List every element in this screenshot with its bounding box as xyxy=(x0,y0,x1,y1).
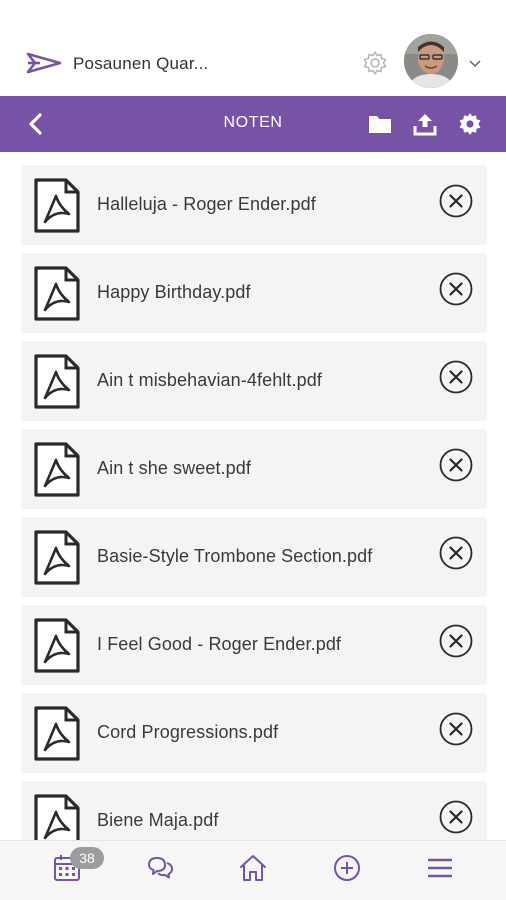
close-circle-icon[interactable] xyxy=(439,272,473,306)
team-name[interactable]: Posaunen Quar... xyxy=(73,54,209,74)
notification-badge: 38 xyxy=(70,847,104,869)
bottom-nav: 38 xyxy=(0,840,506,900)
file-name: Halleluja - Roger Ender.pdf xyxy=(97,194,316,214)
file-name: Ain t misbehavian-4fehlt.pdf xyxy=(97,370,322,390)
close-circle-icon[interactable] xyxy=(439,184,473,218)
close-circle-icon[interactable] xyxy=(439,712,473,746)
brand-arrow-icon[interactable] xyxy=(26,52,62,74)
app-header: Posaunen Quar... xyxy=(0,28,506,96)
add-circle-icon[interactable] xyxy=(332,853,362,883)
upload-icon[interactable] xyxy=(412,111,438,137)
home-icon[interactable] xyxy=(238,853,268,883)
file-name: Basie-Style Trombone Section.pdf xyxy=(97,546,373,566)
file-name: Biene Maja.pdf xyxy=(97,810,219,830)
pdf-file-icon xyxy=(34,530,80,585)
file-row[interactable]: Happy Birthday.pdf xyxy=(21,253,487,333)
file-row[interactable]: Basie-Style Trombone Section.pdf xyxy=(21,517,487,597)
folder-icon[interactable] xyxy=(367,111,393,137)
file-row[interactable]: Ain t she sweet.pdf xyxy=(21,429,487,509)
pdf-file-icon xyxy=(34,618,80,673)
pdf-file-icon xyxy=(34,442,80,497)
file-name: Happy Birthday.pdf xyxy=(97,282,251,302)
gear-outline-icon[interactable] xyxy=(362,50,388,76)
section-toolbar: NOTEN xyxy=(0,96,506,152)
file-name: I Feel Good - Roger Ender.pdf xyxy=(97,634,342,654)
close-circle-icon[interactable] xyxy=(439,536,473,570)
pdf-file-icon xyxy=(34,354,80,409)
close-circle-icon[interactable] xyxy=(439,360,473,394)
pdf-file-icon xyxy=(34,266,80,321)
close-circle-icon[interactable] xyxy=(439,624,473,658)
chat-icon[interactable] xyxy=(145,853,175,883)
pdf-file-icon xyxy=(34,706,80,761)
user-avatar[interactable] xyxy=(404,34,458,88)
file-list: Halleluja - Roger Ender.pdf Happy Birthd… xyxy=(0,152,506,840)
file-row[interactable]: Ain t misbehavian-4fehlt.pdf xyxy=(21,341,487,421)
close-circle-icon[interactable] xyxy=(439,448,473,482)
chevron-down-icon[interactable] xyxy=(468,58,482,68)
gear-icon[interactable] xyxy=(457,111,483,137)
file-row[interactable]: Biene Maja.pdf xyxy=(21,781,487,840)
close-circle-icon[interactable] xyxy=(439,800,473,834)
file-row[interactable]: Halleluja - Roger Ender.pdf xyxy=(21,165,487,245)
file-row[interactable]: Cord Progressions.pdf xyxy=(21,693,487,773)
avatar-image xyxy=(404,34,458,88)
menu-icon[interactable] xyxy=(425,853,455,883)
file-row[interactable]: I Feel Good - Roger Ender.pdf xyxy=(21,605,487,685)
pdf-file-icon xyxy=(34,794,80,840)
file-name: Ain t she sweet.pdf xyxy=(97,458,251,478)
file-name: Cord Progressions.pdf xyxy=(97,722,279,742)
pdf-file-icon xyxy=(34,178,80,233)
status-bar xyxy=(0,0,506,28)
